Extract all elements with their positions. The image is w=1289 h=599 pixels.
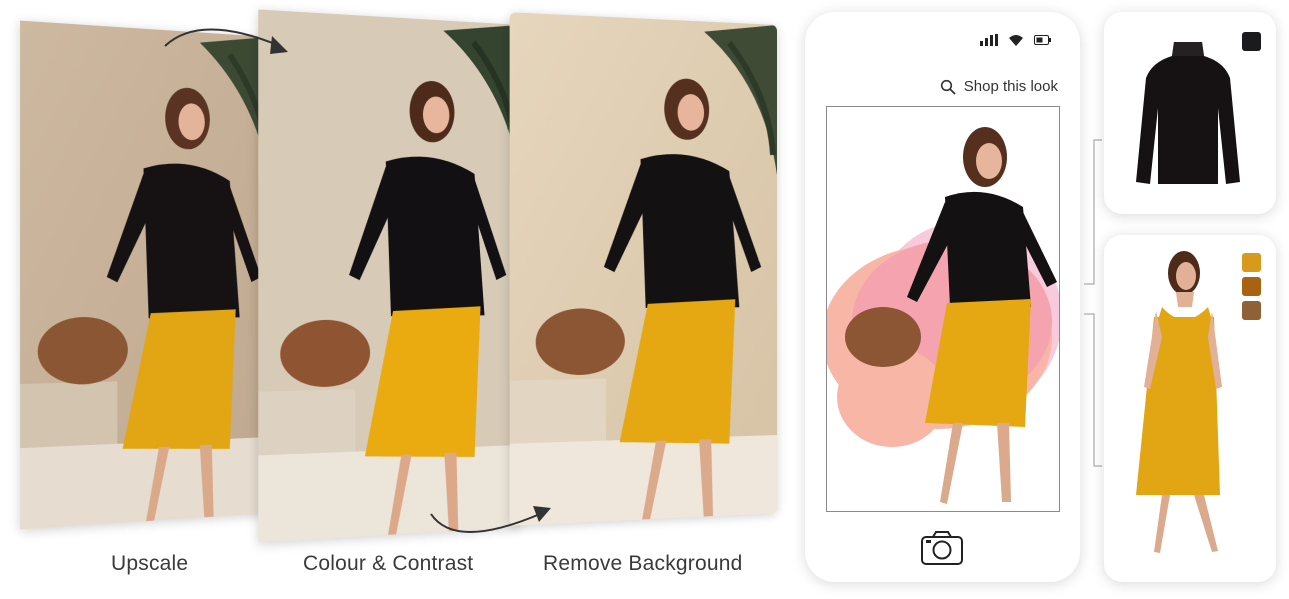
sweater-image xyxy=(1132,38,1244,188)
dress-product-card[interactable] xyxy=(1104,235,1276,582)
camera-icon[interactable] xyxy=(920,530,964,566)
signal-icon xyxy=(980,34,998,46)
shop-this-look-label: Shop this look xyxy=(964,78,1058,95)
battery-icon xyxy=(1034,35,1052,45)
remove-background-label: Remove Background xyxy=(543,552,743,576)
dress-swatch-brown[interactable] xyxy=(1242,301,1261,320)
upscale-photo xyxy=(20,21,269,530)
phone-mockup: Shop this look xyxy=(805,12,1080,582)
arrow-colour-to-remove-icon xyxy=(425,500,560,545)
status-bar xyxy=(980,34,1052,46)
connector-lines xyxy=(1082,138,1104,468)
arrow-upscale-to-colour-icon xyxy=(160,18,295,58)
dress-swatch-amber[interactable] xyxy=(1242,277,1261,296)
remove-background-photo xyxy=(510,12,777,526)
search-icon xyxy=(940,79,956,95)
colour-contrast-label: Colour & Contrast xyxy=(303,552,473,576)
dress-image xyxy=(1126,247,1231,569)
shop-this-look-link[interactable]: Shop this look xyxy=(940,78,1058,95)
sweater-product-card[interactable] xyxy=(1104,12,1276,214)
upscale-label: Upscale xyxy=(111,552,188,576)
sweater-swatch-black[interactable] xyxy=(1242,32,1261,51)
colour-contrast-photo xyxy=(258,9,520,542)
dress-swatch-gold[interactable] xyxy=(1242,253,1261,272)
product-preview[interactable] xyxy=(826,106,1060,512)
wifi-icon xyxy=(1008,34,1024,46)
